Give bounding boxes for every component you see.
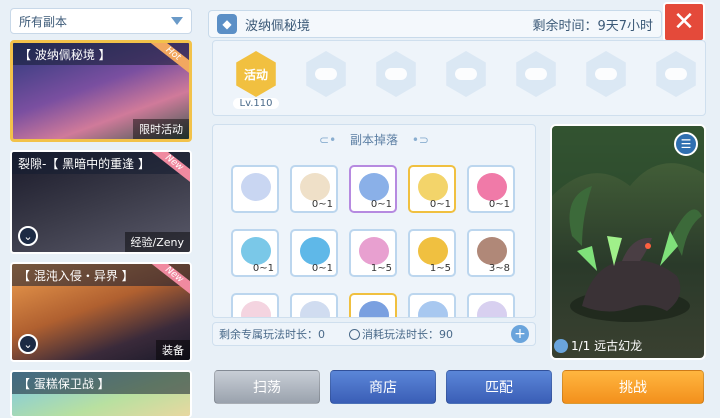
cloud-icon: [595, 68, 617, 80]
dungeon-card-cake[interactable]: 【 蛋糕保卫战 】: [10, 370, 192, 418]
cloud-icon: [385, 68, 407, 80]
boss-image: [552, 126, 704, 322]
drops-panel: ⊂• 副本掉落 •⊃ 0~1 0~1 0~1 0~1 0~1 0~1 1~5 1~5 3~8: [212, 124, 536, 318]
locked-level-hex[interactable]: [376, 51, 416, 97]
filter-label: 所有副本: [19, 14, 68, 29]
drop-item[interactable]: [467, 293, 515, 317]
match-button[interactable]: 匹配: [446, 370, 552, 404]
drop-item[interactable]: 0~1: [231, 229, 279, 277]
cloud-icon: [315, 68, 337, 80]
dungeon-card-chaos[interactable]: 【 混沌入侵・异界 】 New ⌄ 装备: [10, 262, 192, 362]
item-icon: [359, 237, 389, 265]
item-quantity: 1~5: [370, 263, 392, 274]
boss-panel: ☰ 1/1 远古幻龙: [550, 124, 706, 360]
drop-item[interactable]: 3~8: [467, 229, 515, 277]
item-quantity: 0~1: [311, 263, 333, 274]
item-icon: [477, 173, 507, 201]
locked-level-hex[interactable]: [586, 51, 626, 97]
dungeon-card-tag: 限时活动: [133, 119, 189, 139]
exclusive-playtime: 剩余专属玩法时长：0: [219, 328, 325, 341]
close-button[interactable]: ✕: [663, 2, 705, 42]
drop-item[interactable]: [408, 293, 456, 317]
item-icon: [241, 173, 271, 201]
level-text: Lv.110: [233, 98, 279, 109]
item-icon: [477, 301, 507, 317]
drop-item[interactable]: 1~5: [349, 229, 397, 277]
dungeon-card-bonape[interactable]: 【 波纳佩秘境 】 Hot 限时活动: [10, 40, 192, 142]
dungeon-header: ◆ 波纳佩秘境 剩余时间：9天7小时: [208, 10, 662, 38]
decor-right-icon: •⊃: [411, 133, 429, 147]
drop-item[interactable]: [231, 165, 279, 213]
dungeon-card-tag: 经验/Zeny: [124, 232, 190, 252]
locked-level-hex[interactable]: [516, 51, 556, 97]
decor-left-icon: ⊂•: [319, 133, 337, 147]
item-icon: [418, 301, 448, 317]
cloud-icon: [665, 68, 687, 80]
chevron-down-icon: [171, 17, 183, 25]
item-icon: [359, 301, 389, 317]
consume-playtime: 消耗玩法时长：90: [362, 328, 453, 341]
item-icon: [418, 237, 448, 265]
drop-item[interactable]: 1~5: [408, 229, 456, 277]
locked-level-hex[interactable]: [446, 51, 486, 97]
level-selector: 活动 Lv.110: [212, 40, 706, 116]
cloud-icon: [525, 68, 547, 80]
cloud-icon: [455, 68, 477, 80]
dungeon-card-tag: 装备: [156, 340, 190, 360]
item-icon: [241, 301, 271, 317]
remaining-time: 剩余时间：9天7小时: [532, 18, 653, 34]
item-quantity: 0~1: [370, 199, 392, 210]
drop-item[interactable]: 0~1: [408, 165, 456, 213]
item-icon: [300, 237, 330, 265]
drop-item[interactable]: [349, 293, 397, 317]
drop-item[interactable]: [231, 293, 279, 317]
drop-item[interactable]: 0~1: [467, 165, 515, 213]
drop-item[interactable]: 0~1: [290, 229, 338, 277]
level-active-hex[interactable]: 活动: [236, 51, 276, 97]
drop-item[interactable]: [290, 293, 338, 317]
chevron-down-icon[interactable]: ⌄: [18, 226, 38, 246]
dungeon-icon: ◆: [217, 14, 237, 34]
item-quantity: 0~1: [488, 199, 510, 210]
add-playtime-button[interactable]: +: [511, 325, 529, 343]
item-quantity: 1~5: [429, 263, 451, 274]
clock-icon: [349, 328, 360, 340]
item-icon: [300, 301, 330, 317]
drop-item[interactable]: 0~1: [349, 165, 397, 213]
locked-level-hex[interactable]: [306, 51, 346, 97]
chevron-down-icon[interactable]: ⌄: [18, 334, 38, 354]
drops-title: ⊂• 副本掉落 •⊃: [213, 131, 535, 148]
sweep-button[interactable]: 扫荡: [214, 370, 320, 404]
boss-name: 1/1 远古幻龙: [571, 339, 643, 353]
item-icon: [300, 173, 330, 201]
list-icon[interactable]: ☰: [674, 132, 698, 156]
dungeon-card-rift[interactable]: 裂隙-【 黑暗中的重逢 】 New ⌄ 经验/Zeny: [10, 150, 192, 254]
drops-title-text: 副本掉落: [349, 133, 398, 147]
boss-type-icon: [554, 338, 568, 353]
item-icon: [241, 237, 271, 265]
playtime-bar: 剩余专属玩法时长：0 消耗玩法时长：90 +: [212, 322, 536, 346]
boss-label: 1/1 远古幻龙: [554, 337, 642, 354]
locked-level-hex[interactable]: [656, 51, 696, 97]
item-quantity: 0~1: [311, 199, 333, 210]
item-icon: [359, 173, 389, 201]
item-icon: [418, 173, 448, 201]
dungeon-card-title: 【 蛋糕保卫战 】: [12, 372, 190, 394]
drop-item[interactable]: 0~1: [290, 165, 338, 213]
item-icon: [477, 237, 507, 265]
challenge-button[interactable]: 挑战: [562, 370, 704, 404]
shop-button[interactable]: 商店: [330, 370, 436, 404]
item-quantity: 0~1: [429, 199, 451, 210]
item-quantity: 3~8: [488, 263, 510, 274]
dungeon-title: 波纳佩秘境: [245, 18, 311, 34]
dungeon-filter-dropdown[interactable]: 所有副本: [10, 8, 192, 34]
item-quantity: 0~1: [252, 263, 274, 274]
